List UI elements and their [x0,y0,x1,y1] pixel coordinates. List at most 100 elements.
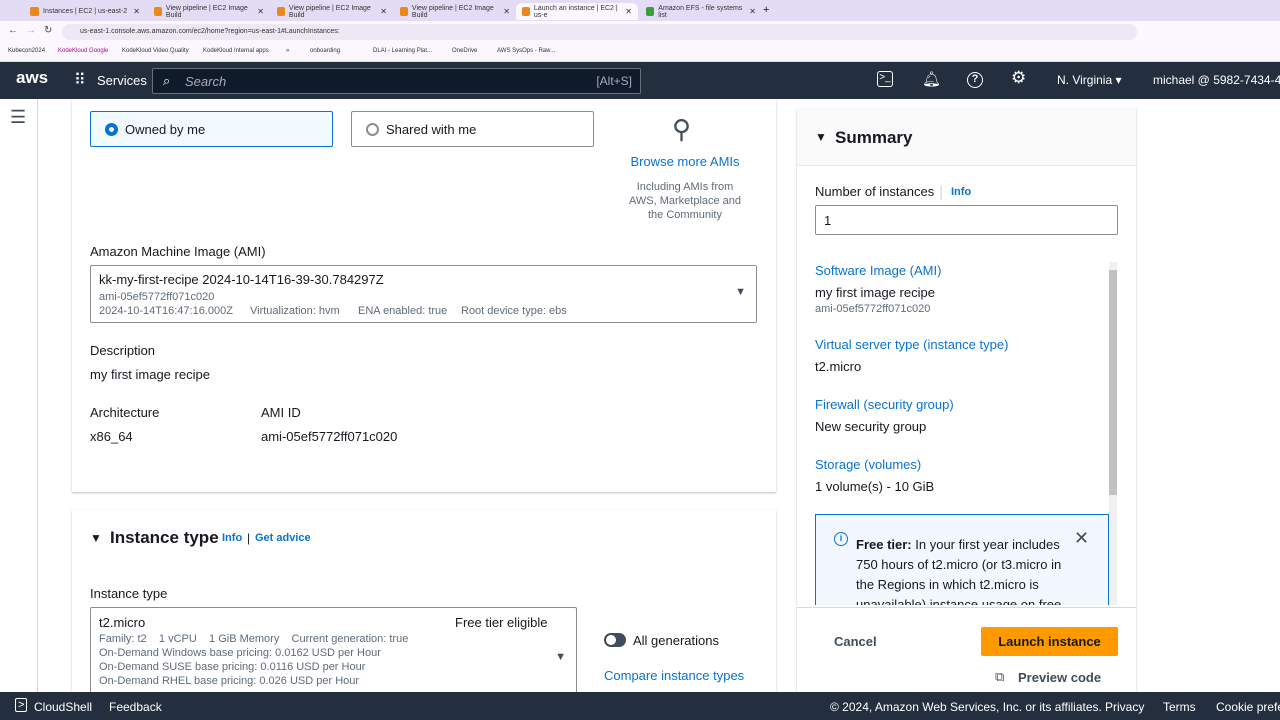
close-tab-icon[interactable]: ✕ [749,7,756,16]
browser-tab[interactable]: View pipeline | EC2 Image Build ✕ [394,3,516,20]
ami-select[interactable]: kk-my-first-recipe 2024-10-14T16-39-30.7… [90,265,757,323]
ec2-favicon-icon [522,7,530,16]
ec2-favicon-icon [400,7,408,16]
collapse-caret-icon[interactable]: ▼ [815,130,827,144]
cloudshell-link[interactable]: CloudShell [34,700,92,714]
bookmark[interactable]: KodeKloud Internal apps [203,48,269,54]
num-instances-input[interactable]: 1 [815,205,1118,235]
free-tier-text: Free tier: In your first year includes 7… [856,535,1068,605]
close-tab-icon[interactable]: ✕ [503,7,510,16]
bookmark[interactable]: OneDrive [452,48,477,54]
separator: | [939,184,944,201]
browser-tab[interactable]: View pipeline | EC2 Image Build ✕ [148,3,270,20]
radio-unselected [366,123,379,136]
all-generations-label: All generations [633,633,719,648]
caret-down-icon: ▼ [555,651,566,663]
divider [797,607,1136,608]
browse-more-amis-link[interactable]: Browse more AMIs [612,154,758,169]
account-menu[interactable]: michael @ 5982-7434-42 [1153,73,1280,87]
instance-type-select[interactable]: t2.micro Free tier eligible Family: t2 1… [90,607,577,702]
info-link[interactable]: Info [222,532,242,544]
url-input[interactable]: us-east-1.console.aws.amazon.com/ec2/hom… [62,24,1137,40]
help-icon[interactable]: ? [967,72,983,88]
summary-title: Summary [835,128,913,147]
browser-tab[interactable]: Instances | EC2 | us-east-2 ✕ [24,3,146,20]
info-link[interactable]: Info [951,186,971,198]
cloudshell-icon[interactable]: > [15,698,28,712]
bookmark[interactable]: KodeKloud Google [58,48,108,54]
description-value: my first image recipe [90,367,210,382]
search-icon: ⌕ [163,73,171,88]
bookmark[interactable]: AWS SysOps - Raw... [497,48,555,54]
summary-storage-value: 1 volume(s) - 10 GiB [815,479,935,494]
new-tab-button[interactable]: + [763,4,769,16]
search-input[interactable]: ⌕ Search [Alt+S] [152,68,641,94]
bookmark[interactable]: KodeKloud Video Quality [122,48,189,54]
hamburger-menu-icon[interactable]: ☰ [10,107,26,128]
search-icon: ⚲ [672,114,692,144]
architecture-value: x86_64 [90,429,133,444]
option-label: Owned by me [125,122,206,137]
cancel-button[interactable]: Cancel [834,634,877,649]
close-tab-icon[interactable]: ✕ [257,7,264,16]
bookmark-overflow[interactable]: » [286,48,289,54]
instance-type-value: t2.micro [99,615,146,630]
side-nav: ☰ [0,99,38,692]
feedback-link[interactable]: Feedback [109,700,162,714]
option-label: Shared with me [386,122,477,137]
collapse-caret-icon[interactable]: ▼ [90,531,102,545]
ami-label: Amazon Machine Image (AMI) [90,244,266,259]
region-selector[interactable]: N. Virginia ▾ [1057,73,1122,87]
forward-icon[interactable]: → [26,25,36,36]
bookmark-folder[interactable]: onboarding [310,48,340,54]
summary-scrollbar[interactable] [1109,262,1117,605]
all-generations-toggle[interactable] [604,633,626,647]
bookmark[interactable]: Kubecon2024 [8,48,45,54]
description-label: Description [90,343,156,358]
instance-family: Family: t2 1 vCPU 1 GiB Memory Current g… [99,633,409,645]
windows-pricing: On-Demand Windows base pricing: 0.0162 U… [99,647,381,659]
copyright: © 2024, Amazon Web Services, Inc. or its… [830,700,1102,714]
browser-tab-active[interactable]: Launch an instance | EC2 | us-e ✕ [516,3,638,20]
summary-firewall-value: New security group [815,419,927,434]
owned-by-me-option[interactable]: Owned by me [90,111,333,147]
bell-icon[interactable]: 🔔︎ [922,70,941,88]
ami-id-label: AMI ID [261,405,301,420]
summary-instance-type-link[interactable]: Virtual server type (instance type) [815,337,1008,352]
rhel-pricing: On-Demand RHEL base pricing: 0.026 USD p… [99,675,360,687]
services-grid-icon[interactable]: ⠿ [74,70,86,90]
close-tab-icon[interactable]: ✕ [380,7,387,16]
close-icon[interactable]: ✕ [1074,528,1089,549]
cookie-preferences-link[interactable]: Cookie prefere [1216,700,1280,714]
ec2-favicon-icon [30,7,39,16]
summary-ami-value: my first image recipe [815,285,935,300]
summary-firewall-link[interactable]: Firewall (security group) [815,397,954,412]
tab-label: Instances | EC2 | us-east-2 [43,8,128,15]
services-menu[interactable]: Services [97,73,147,88]
launch-instance-button[interactable]: Launch instance [981,627,1118,656]
aws-logo[interactable]: aws [16,68,48,88]
preview-code-button[interactable]: Preview code [1018,670,1101,685]
gear-icon[interactable]: ⚙ [1011,68,1026,88]
compare-instance-types-link[interactable]: Compare instance types [604,668,744,683]
back-icon[interactable]: ← [8,25,18,36]
summary-storage-link[interactable]: Storage (volumes) [815,457,921,472]
close-tab-icon[interactable]: ✕ [133,7,140,16]
ami-name: kk-my-first-recipe 2024-10-14T16-39-30.7… [99,272,384,287]
summary-ami-link[interactable]: Software Image (AMI) [815,263,941,278]
browse-description: Including AMIs from AWS, Marketplace and… [628,181,742,221]
shared-with-me-option[interactable]: Shared with me [351,111,594,147]
reload-icon[interactable]: ↻ [44,25,52,36]
get-advice-link[interactable]: Get advice [255,532,311,544]
separator: | [247,531,251,545]
summary-ami-id: ami-05ef5772ff071c020 [815,303,931,315]
browser-tab[interactable]: Amazon EFS - file systems list ✕ [640,3,762,20]
efs-favicon-icon [646,7,655,16]
cloudshell-icon[interactable]: >_ [877,71,893,87]
privacy-link[interactable]: Privacy [1105,700,1144,714]
terms-link[interactable]: Terms [1163,700,1196,714]
tab-label: Launch an instance | EC2 | us-e [533,4,618,19]
close-tab-icon[interactable]: ✕ [625,7,632,16]
browser-tab[interactable]: View pipeline | EC2 Image Build ✕ [271,3,393,20]
bookmark[interactable]: DLAI - Learning Plat... [373,48,432,54]
